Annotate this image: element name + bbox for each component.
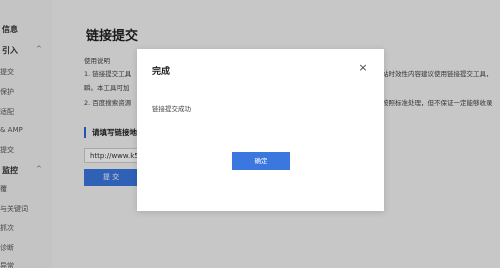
success-dialog: 完成 × 链接提交成功 确定 bbox=[137, 49, 384, 211]
close-icon[interactable]: × bbox=[356, 61, 370, 75]
confirm-button[interactable]: 确定 bbox=[232, 152, 290, 170]
dialog-message: 链接提交成功 bbox=[152, 105, 191, 113]
dialog-title: 完成 bbox=[152, 67, 171, 77]
